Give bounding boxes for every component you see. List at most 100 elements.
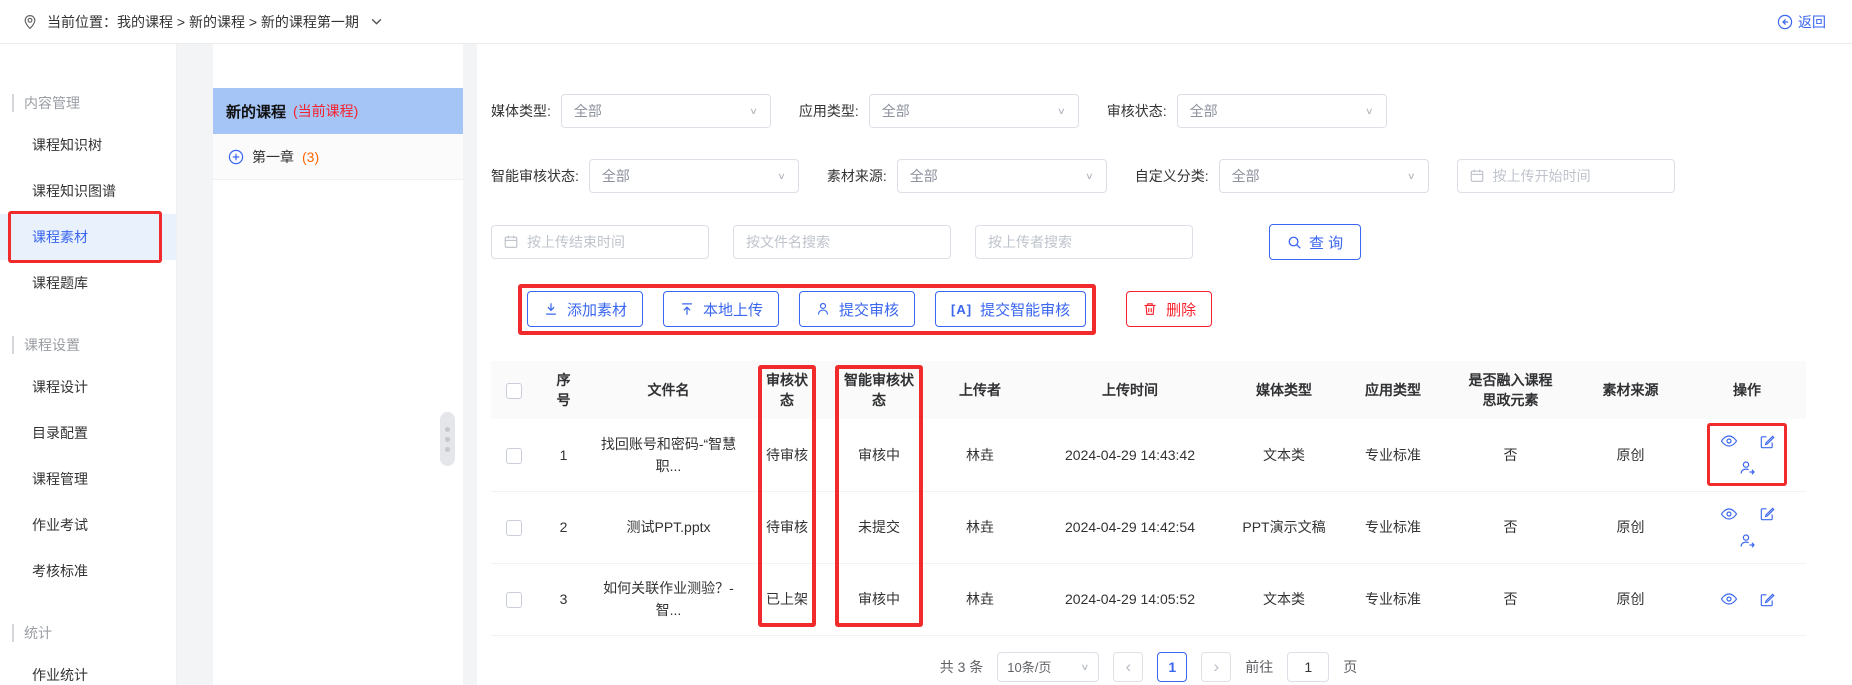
upload-end-date-input[interactable]: 按上传结束时间 [491,225,709,259]
delete-button[interactable]: 删除 [1126,291,1213,327]
next-page-button[interactable]: › [1201,651,1232,682]
header-app-type: 应用类型 [1338,361,1448,419]
calendar-icon [1470,169,1483,182]
cell-no: 2 [536,491,591,564]
view-icon[interactable] [1720,590,1738,608]
back-label: 返回 [1798,13,1826,30]
sidebar-item-course-design[interactable]: 课程设计 [0,364,176,410]
edit-icon[interactable] [1758,433,1775,450]
chevron-down-icon[interactable] [370,15,383,28]
header-upload-time: 上传时间 [1030,361,1230,419]
filter-label: 应用类型: [798,103,859,119]
current-page-button[interactable]: 1 [1157,651,1188,682]
app-type-select[interactable]: 全部 ∨ [868,94,1079,128]
chevron-down-icon: ∨ [777,170,786,182]
edit-icon[interactable] [1758,505,1775,522]
sidebar-item-knowledge-graph[interactable]: 课程知识图谱 [0,168,176,214]
media-type-select[interactable]: 全部 ∨ [560,94,771,128]
person-icon [818,302,829,315]
date-placeholder: 按上传开始时间 [1492,168,1591,184]
sidebar-item-assessment-standard[interactable]: 考核标准 [0,548,176,594]
cell-filename: 测试PPT.pptx [591,491,746,564]
submit-ai-review-button[interactable]: [A] 提交智能审核 [935,291,1087,327]
cell-no: 3 [536,563,591,636]
plus-circle-icon[interactable] [228,149,244,165]
cell-ideology: 否 [1448,419,1573,492]
select-value: 全部 [881,103,910,119]
chevron-down-icon: ∨ [1056,105,1066,117]
course-panel: 新的课程 (当前课程) 第一章 (3) [213,44,463,685]
chevron-down-icon: ∨ [1084,170,1094,182]
custom-category-select[interactable]: 全部 ∨ [1218,159,1429,193]
filter-app-type: 应用类型: 全部 ∨ [799,94,1079,128]
course-header[interactable]: 新的课程 (当前课程) [213,88,463,134]
course-title: 新的课程 [226,103,287,121]
button-label: 添加素材 [567,301,628,319]
submit-reviewer-icon[interactable] [1738,459,1756,477]
cell-uploader: 林垚 [930,419,1030,492]
sidebar-item-homework-exam[interactable]: 作业考试 [0,502,176,548]
cell-uploader: 林垚 [930,491,1030,564]
material-source-select[interactable]: 全部 ∨ [896,159,1107,193]
filename-search-input[interactable] [733,225,951,259]
sidebar-item-course-materials[interactable]: 课程素材 [0,211,176,263]
cell-upload-time: 2024-04-29 14:42:54 [1030,491,1230,564]
sidebar-item-knowledge-tree[interactable]: 课程知识树 [0,122,176,168]
materials-table: 序号 文件名 审核状态 智能审核状态 上传者 上传时间 媒体类型 应用类型 是否… [491,361,1806,636]
page-body: 内容管理 课程知识树 课程知识图谱 课程素材 课程题库 课程设置 课程设计 目录… [0,44,1852,685]
goto-page-input[interactable] [1287,651,1330,682]
toolbar-button-group: 添加素材 本地上传 提交审核 [A] 提交智能审核 [518,284,1097,335]
row-checkbox[interactable] [505,592,522,609]
ai-review-status-select[interactable]: 全部 ∨ [588,159,799,193]
cell-checkbox [491,563,536,636]
breadcrumb: 当前位置：我的课程 > 新的课程 > 新的课程第一期 [22,12,383,32]
review-status-select[interactable]: 全部 ∨ [1176,94,1387,128]
chapter-label: 第一章 [252,148,294,165]
trash-icon [1144,303,1156,315]
row-checkbox[interactable] [505,520,522,537]
search-button[interactable]: 查 询 [1269,224,1362,260]
table-header-row: 序号 文件名 审核状态 智能审核状态 上传者 上传时间 媒体类型 应用类型 是否… [491,361,1806,419]
panel-drag-handle[interactable] [440,412,455,466]
sidebar-item-course-management[interactable]: 课程管理 [0,456,176,502]
view-icon[interactable] [1720,505,1738,523]
local-upload-button[interactable]: 本地上传 [663,291,780,327]
topbar: 当前位置：我的课程 > 新的课程 > 新的课程第一期 返回 [0,0,1852,44]
sidebar-item-homework-statistics[interactable]: 作业统计 [0,652,176,685]
sidebar-item-catalog-config[interactable]: 目录配置 [0,410,176,456]
cell-app-type: 专业标准 [1338,491,1448,564]
cell-checkbox [491,419,536,492]
submit-reviewer-icon[interactable] [1738,532,1756,550]
total-count: 共 3 条 [939,658,984,675]
upload-icon [682,303,692,315]
sidebar: 内容管理 课程知识树 课程知识图谱 课程素材 课程题库 课程设置 课程设计 目录… [0,44,177,685]
toolbar: 添加素材 本地上传 提交审核 [A] 提交智能审核 删除 [518,284,1832,335]
cell-ai-status: 审核中 [828,419,930,492]
filter-label: 素材来源: [826,168,887,184]
back-button[interactable]: 返回 [1777,12,1826,32]
chapter-row[interactable]: 第一章 (3) [213,134,463,180]
search-icon [1288,236,1301,249]
upload-start-date-input[interactable]: 按上传开始时间 [1456,159,1675,193]
select-value: 全部 [1189,103,1218,119]
add-material-button[interactable]: 添加素材 [527,291,644,327]
uploader-search-input[interactable] [975,225,1193,259]
filter-row-2: 智能审核状态: 全部 ∨ 素材来源: 全部 ∨ 自定义分类: 全部 ∨ 按上传开… [491,159,1832,193]
view-icon[interactable] [1720,432,1738,450]
select-all-checkbox[interactable] [505,383,522,400]
header-ai-status: 智能审核状态 [828,361,930,419]
submit-review-button[interactable]: 提交审核 [799,291,916,327]
row-checkbox[interactable] [505,448,522,465]
header-select-all [491,361,536,419]
cell-ai-status: 未提交 [828,491,930,564]
header-source: 素材来源 [1573,361,1688,419]
sidebar-item-question-bank[interactable]: 课程题库 [0,260,176,306]
page-size-select[interactable]: 10条/页 ∨ [997,651,1100,682]
select-value: 全部 [1231,168,1260,184]
prev-page-button[interactable]: ‹ [1113,651,1144,682]
filter-label: 自定义分类: [1134,168,1209,184]
edit-icon[interactable] [1758,591,1775,608]
chevron-down-icon: ∨ [1406,170,1416,182]
sidebar-item-label: 课程素材 [32,229,88,245]
table-row: 1 找回账号和密码-“智慧职... 待审核 审核中 林垚 2024-04-29 … [491,419,1806,492]
